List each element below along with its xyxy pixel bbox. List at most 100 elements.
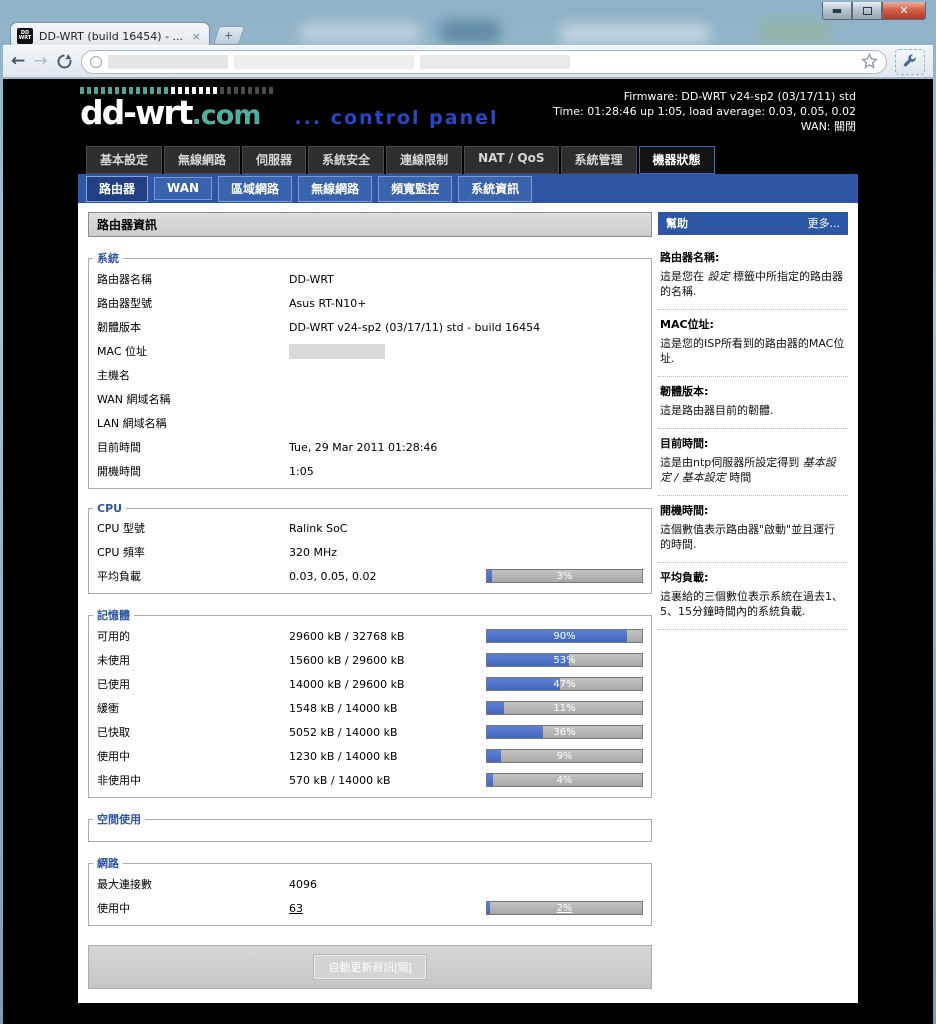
help-item: 開機時間: 這個數值表示路由器"啟動"並且運行的時間. [658,496,848,563]
help-text: 這個數值表示路由器"啟動"並且運行的時間. [660,522,846,552]
logo-square [241,87,245,94]
sub-tab-頻寬監控[interactable]: 頻寬監控 [378,175,453,202]
sub-nav: 路由器 WAN 區域網路 無線網路 頻寬監控 系統資訊 [78,174,858,203]
footer-bar: 自動更新資訊[開] [88,945,652,989]
row-label: 使用中 [97,902,130,915]
sub-tab-WAN[interactable]: WAN [154,177,213,200]
new-tab-icon: + [224,29,234,42]
info-row: CPU 型號 Ralink SoC [97,516,643,540]
row-label: 最大連接數 [97,878,152,891]
forward-button[interactable]: → [33,53,47,70]
logo-square [248,87,252,94]
section-記憶體: 記憶體 可用的 29600 kB / 32768 kB 90% 未使用 15600 kB … [88,607,652,798]
row-value: Asus RT-N10+ [289,296,367,310]
progress-label: 53% [553,655,576,666]
section-網路: 網路 最大連接數 4096 使用中 63 2% [88,855,652,926]
wan-status-line: WAN: 關閉 [800,120,856,133]
progress-bar: 2% [486,901,643,915]
site-header: dd-wrt .com ... control panel Firmware: … [78,85,858,140]
row-label: 目前時間 [97,441,141,454]
row-label: 非使用中 [97,774,141,787]
row-value: 5052 kB / 14000 kB [289,725,398,739]
help-text: 這是路由器目前的韌體. [660,403,846,418]
menu-button[interactable] [895,48,925,75]
section-legend: 系統 [97,252,119,265]
logo-square [206,87,210,94]
help-text-part: 這是您在 [660,270,708,283]
row-value: 1548 kB / 14000 kB [289,701,398,715]
row-value: DD-WRT [289,272,334,286]
info-row: 使用中 1230 kB / 14000 kB 9% [97,744,643,768]
row-label: 路由器型號 [97,297,152,310]
row-value: 14000 kB / 29600 kB [289,677,405,691]
info-row: 最大連接數 4096 [97,872,643,896]
help-heading: MAC位址: [660,318,714,331]
info-row: CPU 頻率 320 MHz [97,540,643,564]
page-title: 路由器資訊 [88,212,652,237]
info-row: 未使用 15600 kB / 29600 kB 53% [97,648,643,672]
main-tab-基本設定[interactable]: 基本設定 [86,146,163,174]
progress-label: 2% [556,903,573,914]
progress-bar: 9% [486,749,643,763]
page-viewport: dd-wrt .com ... control panel Firmware: … [3,79,933,1024]
main-tab-無線網路[interactable]: 無線網路 [164,146,241,174]
info-row: 已快取 5052 kB / 14000 kB 36% [97,720,643,744]
sub-tab-區域網路[interactable]: 區域網路 [218,175,293,202]
info-row: 路由器名稱 DD-WRT [97,267,643,291]
logo-block: dd-wrt .com ... control panel [80,87,499,131]
progress-label: 47% [553,679,576,690]
logo-square [255,87,259,94]
info-row: 已使用 14000 kB / 29600 kB 47% [97,672,643,696]
row-value-link[interactable]: 63 [289,902,303,915]
back-button[interactable]: ← [11,53,25,70]
help-more-link[interactable]: 更多... [808,215,841,231]
content-area: 路由器資訊 系統路由器名稱 DD-WRT 路由器型號 Asus RT-N10+ 韌體版本… [78,203,858,1003]
help-sidebar: 幫助 更多... 路由器名稱: 這是您在 設定 標籤中所指定的路由器的名稱. MAC… [658,212,848,989]
sub-tab-路由器[interactable]: 路由器 [86,175,149,202]
main-tab-系統管理[interactable]: 系統管理 [560,146,637,174]
main-tab-機器狀態[interactable]: 機器狀態 [638,146,715,174]
main-nav: 基本設定 無線網路 伺服器 系統安全 連線限制 NAT / QoS 系統管理 機器狀態 [86,146,858,174]
new-tab-button[interactable]: + [212,26,246,45]
section-legend: 空間使用 [97,813,141,826]
globe-icon [89,55,102,68]
section-CPU: CPU CPU 型號 Ralink SoC CPU 頻率 320 MHz 平均負載 0.03… [88,502,652,594]
info-row: 韌體版本 DD-WRT v24-sp2 (03/17/11) std - buil… [97,315,643,339]
logo-text: dd-wrt [80,93,193,132]
main-tab-NAT / QoS[interactable]: NAT / QoS [464,146,559,174]
help-text-part: 這裏給的三個數位表示系統在過去1、5、15分鐘時間內的系統負載. [660,590,843,618]
section-系統: 系統 路由器名稱 DD-WRT 路由器型號 Asus RT-N10+ 韌體版本 DD-WRT… [88,250,652,489]
reload-icon[interactable] [56,53,73,70]
url-bar[interactable] [80,49,887,74]
auto-refresh-button[interactable]: 自動更新資訊[開] [313,954,427,980]
row-label: MAC 位址 [97,345,147,358]
row-label: 開機時間 [97,465,141,478]
logo-tagline: ... control panel [294,107,499,129]
progress-label: 3% [556,571,573,582]
row-label: 已快取 [97,726,130,739]
logo-square [262,87,266,94]
logo-square [234,87,238,94]
row-label: 平均負載 [97,570,141,583]
main-tab-伺服器[interactable]: 伺服器 [242,146,307,174]
help-header: 幫助 更多... [658,212,848,235]
row-label: CPU 頻率 [97,546,145,559]
row-value: 320 MHz [289,545,338,559]
help-text-part: 這個數值表示路由器"啟動"並且運行的時間. [660,523,836,551]
progress-bar: 53% [486,653,643,667]
firmware-info: Firmware: DD-WRT v24-sp2 (03/17/11) std … [553,87,856,134]
tab-title: DD-WRT (build 16454) - ... [39,29,183,43]
bookmark-star-icon[interactable] [861,53,878,70]
info-row: 開機時間 1:05 [97,459,643,483]
tab-close-icon[interactable]: × [190,30,203,43]
help-item: MAC位址: 這是您的ISP所看到的路由器的MAC位址. [658,310,848,377]
sub-tab-系統資訊[interactable]: 系統資訊 [458,175,533,202]
main-tab-系統安全[interactable]: 系統安全 [308,146,385,174]
section-legend: CPU [97,502,123,515]
main-tab-連線限制[interactable]: 連線限制 [386,146,463,174]
help-text: 這是您的ISP所看到的路由器的MAC位址. [660,336,846,366]
row-label: 韌體版本 [97,321,141,334]
info-row: MAC 位址 [97,339,643,363]
sub-tab-無線網路[interactable]: 無線網路 [298,175,373,202]
logo-square [227,87,231,94]
